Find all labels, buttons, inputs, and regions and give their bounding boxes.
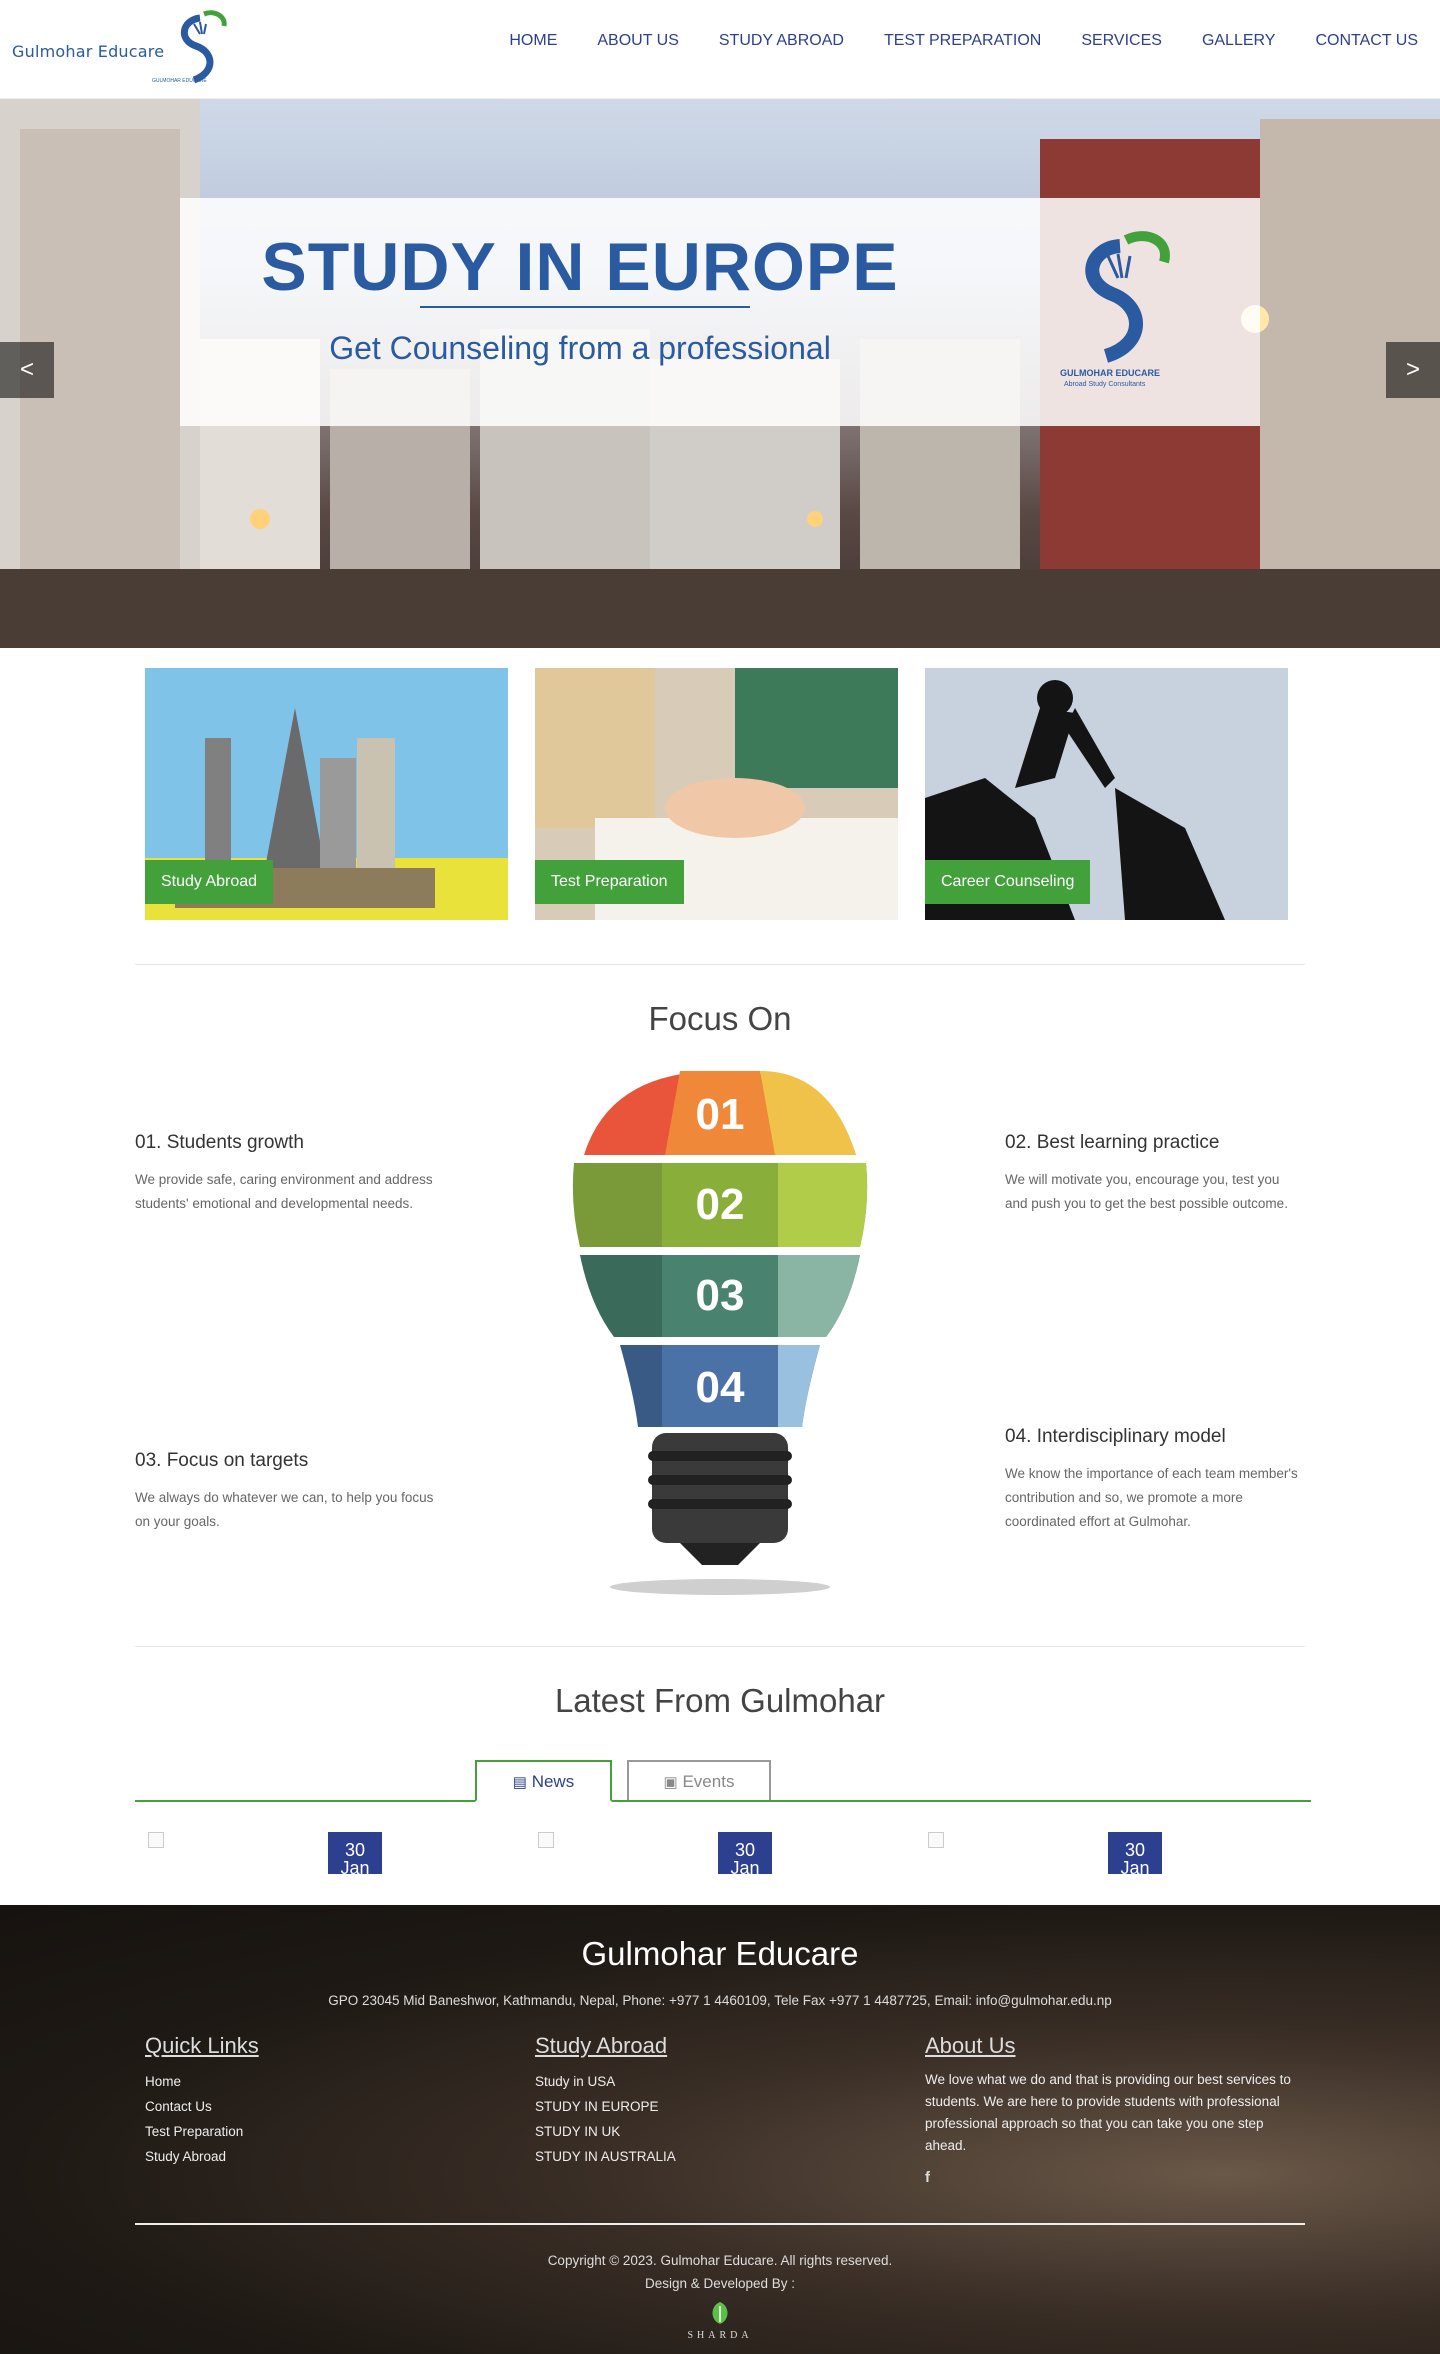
bulb-label: 01 [696,1090,745,1139]
hero-title: STUDY IN EUROPE [261,229,899,305]
nav-services[interactable]: SERVICES [1081,32,1162,50]
footer-about-text: We love what we do and that is providing… [925,2072,1291,2153]
news-date-month: Jan [1120,1858,1150,1874]
footer-heading: About Us [925,2033,1016,2058]
bulb-label: 04 [696,1363,745,1412]
facebook-icon[interactable]: f [925,2169,939,2186]
hero-banner: STUDY IN EUROPE Get Counseling from a pr… [180,198,1260,426]
footer-link-test-preparation[interactable]: Test Preparation [145,2119,525,2144]
hero-mark-label: GULMOHAR EDUCARE [1060,368,1160,378]
nav-contact-us[interactable]: CONTACT US [1315,32,1418,50]
calendar-icon: ▣ [663,1774,678,1791]
footer-title: Gulmohar Educare [581,1935,859,1972]
nav-gallery[interactable]: GALLERY [1202,32,1276,50]
news-thumbnail[interactable] [928,1832,944,1848]
card-label: Study Abroad [145,860,274,904]
latest-tabs: ▤ News ▣ Events [135,1760,1311,1802]
footer-divider [135,2223,1305,2225]
footer-heading: Quick Links [145,2033,259,2058]
developer-name: SHARDA [687,2330,753,2341]
footer-link-australia[interactable]: STUDY IN AUSTRALIA [535,2144,915,2169]
footer-design-credit: Design & Developed By : [644,2276,796,2291]
card-label: Test Preparation [535,860,684,904]
footer-about: About Us We love what we do and that is … [925,2033,1295,2186]
focus-item-title: 03. Focus on targets [135,1450,309,1471]
site-header: Gulmohar Educare GULMOHAR EDUCARE HOME A… [0,0,1440,99]
focus-item-2: 02. Best learning practice We will motiv… [1005,1132,1305,1216]
news-date-day: 30 [734,1840,756,1860]
news-thumbnail[interactable] [148,1832,164,1848]
logo-wordmark: Gulmohar Educare [12,42,165,61]
news-date-badge: 30 Jan [718,1832,772,1874]
card-career-counseling[interactable]: Career Counseling [925,668,1288,920]
footer-link-europe[interactable]: STUDY IN EUROPE [535,2094,915,2119]
site-logo[interactable]: Gulmohar Educare GULMOHAR EDUCARE [12,10,227,90]
focus-item-title: 01. Students growth [135,1132,304,1153]
focus-item-text: We always do whatever we can, to help yo… [135,1490,434,1529]
news-date-day: 30 [344,1840,366,1860]
news-thumbnail[interactable] [538,1832,554,1848]
footer-link-study-abroad[interactable]: Study Abroad [145,2144,525,2169]
logo-tagline: GULMOHAR EDUCARE [152,78,207,84]
nav-test-preparation[interactable]: TEST PREPARATION [884,32,1041,50]
latest-title: Latest From Gulmohar [554,1682,886,1719]
footer-link-home[interactable]: Home [145,2069,525,2094]
hero-slider: STUDY IN EUROPE Get Counseling from a pr… [0,99,1440,648]
news-date-badge: 30 Jan [328,1832,382,1874]
tab-label: News [531,1772,575,1791]
card-test-preparation[interactable]: Test Preparation [535,668,898,920]
news-date-month: Jan [340,1858,370,1874]
focus-item-text: We provide safe, caring environment and … [135,1172,433,1211]
focus-item-4: 04. Interdisciplinary model We know the … [1005,1426,1305,1534]
newspaper-icon: ▤ [512,1774,527,1791]
focus-item-1: 01. Students growth We provide safe, car… [135,1132,435,1216]
tab-label: Events [682,1772,735,1791]
slider-next-button[interactable]: > [1386,342,1440,398]
focus-item-title: 04. Interdisciplinary model [1005,1426,1226,1447]
nav-study-abroad[interactable]: STUDY ABROAD [719,32,844,50]
focus-item-text: We know the importance of each team memb… [1005,1466,1298,1529]
hero-divider [420,306,750,308]
news-date-badge: 30 Jan [1108,1832,1162,1874]
hero-logo-icon: GULMOHAR EDUCARE Abroad Study Consultant… [1060,231,1170,388]
hero-mark-sub: Abroad Study Consultants [1064,381,1146,388]
footer-link-usa[interactable]: Study in USA [535,2069,915,2094]
section-divider [135,1646,1305,1647]
main-nav: HOME ABOUT US STUDY ABROAD TEST PREPARAT… [469,32,1418,50]
focus-item-3: 03. Focus on targets We always do whatev… [135,1450,435,1534]
bulb-label: 02 [696,1180,745,1229]
site-footer: Gulmohar Educare GPO 23045 Mid Baneshwor… [0,1905,1440,2354]
focus-item-text: We will motivate you, encourage you, tes… [1005,1172,1288,1211]
footer-heading: Study Abroad [535,2033,668,2058]
section-divider [135,964,1305,965]
nav-home[interactable]: HOME [509,32,557,50]
footer-address: GPO 23045 Mid Baneshwor, Kathmandu, Nepa… [328,1993,1112,2008]
focus-item-title: 02. Best learning practice [1005,1132,1220,1153]
bulb-label: 03 [696,1271,745,1320]
tab-news[interactable]: ▤ News [475,1760,612,1802]
leaf-icon [712,2302,728,2324]
footer-link-uk[interactable]: STUDY IN UK [535,2119,915,2144]
footer-copyright: Copyright © 2023. Gulmohar Educare. All … [547,2253,893,2268]
tab-events[interactable]: ▣ Events [627,1760,771,1800]
slider-prev-button[interactable]: < [0,342,54,398]
card-study-abroad[interactable]: Study Abroad [145,668,508,920]
lightbulb-infographic: 01 02 03 04 [572,1071,868,1595]
developer-logo[interactable]: SHARDA [680,2298,760,2348]
hero-subtitle: Get Counseling from a professional [329,330,831,366]
news-date-day: 30 [1124,1840,1146,1860]
footer-study-abroad: Study Abroad Study in USA STUDY IN EUROP… [535,2033,915,2169]
nav-about-us[interactable]: ABOUT US [597,32,679,50]
footer-link-contact-us[interactable]: Contact Us [145,2094,525,2119]
footer-quick-links: Quick Links Home Contact Us Test Prepara… [145,2033,525,2169]
news-date-month: Jan [730,1858,760,1874]
card-label: Career Counseling [925,860,1091,904]
focus-title: Focus On [648,1000,792,1037]
